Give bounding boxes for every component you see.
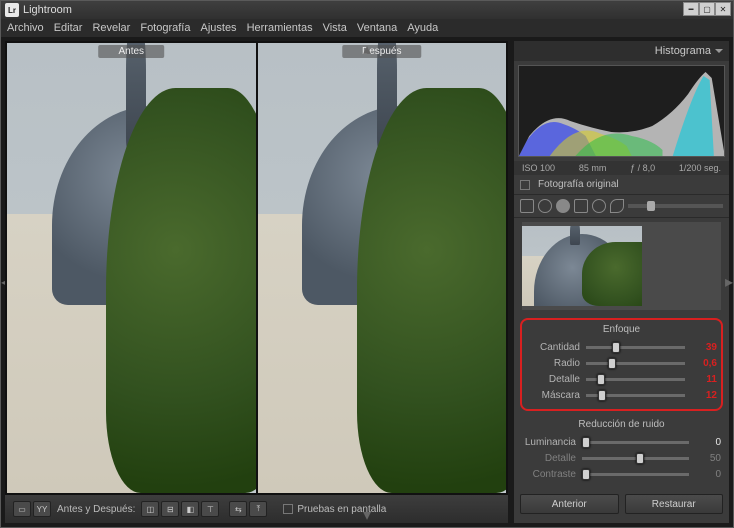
slider-value: 0,6: [691, 358, 717, 369]
slider-track[interactable]: [586, 346, 685, 349]
app-title: Lightroom: [23, 4, 72, 16]
enfoque-slider-radio: Radio 0,6: [526, 355, 717, 371]
local-tools-row: [514, 195, 729, 218]
menu-editar[interactable]: Editar: [54, 22, 83, 34]
original-checkbox[interactable]: [520, 180, 530, 190]
aperture-value: ƒ / 8,0: [630, 163, 655, 173]
slider-label: Contraste: [522, 469, 576, 480]
histogram-readout: ISO 100 85 mm ƒ / 8,0 1/200 seg.: [514, 161, 729, 175]
bottom-toolbar: ▭ YY Antes y Después: ◫ ⊟ ◧ ⊤ ⇆ ⤒ Prueba…: [5, 495, 508, 523]
slider-track[interactable]: [582, 441, 689, 444]
slider-value: 39: [691, 342, 717, 353]
histogram-plot[interactable]: [518, 65, 725, 157]
softproof-label: Pruebas en pantalla: [297, 504, 386, 515]
ba-single-lr-button[interactable]: ◧: [181, 501, 199, 517]
ba-single-tb-button[interactable]: ⊤: [201, 501, 219, 517]
focal-value: 85 mm: [579, 163, 607, 173]
iso-value: ISO 100: [522, 163, 555, 173]
before-after-preview: Antes Después: [5, 41, 508, 495]
slider-track[interactable]: [586, 378, 685, 381]
menu-fotografia[interactable]: Fotografía: [140, 22, 190, 34]
slider-label: Detalle: [526, 374, 580, 385]
app-badge: Lr: [5, 3, 19, 17]
enfoque-slider-cantidad: Cantidad 39: [526, 339, 717, 355]
before-label: Antes: [98, 45, 164, 58]
shutter-value: 1/200 seg.: [679, 163, 721, 173]
menu-ajustes[interactable]: Ajustes: [200, 22, 236, 34]
after-label: Después: [342, 45, 421, 58]
minimize-button[interactable]: ━: [683, 2, 699, 16]
restore-button[interactable]: Restaurar: [625, 494, 724, 514]
redeye-tool-icon[interactable]: [556, 199, 570, 213]
main-area: Antes Después ▭ YY Antes y Después: ◫ ⊟ …: [5, 41, 508, 523]
maximize-button[interactable]: ▢: [699, 2, 715, 16]
enfoque-slider-detalle: Detalle 11: [526, 371, 717, 387]
spot-tool-icon[interactable]: [538, 199, 552, 213]
slider-value: 0: [695, 437, 721, 448]
after-pane[interactable]: Después: [258, 43, 507, 493]
original-label: Fotografía original: [538, 179, 619, 190]
menu-ayuda[interactable]: Ayuda: [407, 22, 438, 34]
slider-label: Máscara: [526, 390, 580, 401]
before-pane[interactable]: Antes: [7, 43, 256, 493]
menu-herramientas[interactable]: Herramientas: [247, 22, 313, 34]
ba-split-lr-button[interactable]: ◫: [141, 501, 159, 517]
previous-button[interactable]: Anterior: [520, 494, 619, 514]
navigator: [522, 222, 721, 310]
loupe-view-button[interactable]: ▭: [13, 501, 31, 517]
ruido-slider-detalle: Detalle 50: [522, 450, 721, 466]
ruido-title: Reducción de ruido: [522, 417, 721, 434]
enfoque-slider-máscara: Máscara 12: [526, 387, 717, 403]
close-button[interactable]: ✕: [715, 2, 731, 16]
collapse-top-icon[interactable]: ▴: [363, 39, 371, 59]
menu-ventana[interactable]: Ventana: [357, 22, 397, 34]
grad-tool-icon[interactable]: [574, 199, 588, 213]
menu-vista[interactable]: Vista: [323, 22, 347, 34]
menu-revelar[interactable]: Revelar: [92, 22, 130, 34]
softproof-checkbox[interactable]: [283, 504, 293, 514]
slider-label: Radio: [526, 358, 580, 369]
slider-track[interactable]: [586, 362, 685, 365]
collapse-right-icon[interactable]: ▸: [725, 262, 733, 302]
original-photo-row: Fotografía original: [514, 175, 729, 195]
slider-track[interactable]: [582, 473, 689, 476]
crop-tool-icon[interactable]: [520, 199, 534, 213]
slider-value: 11: [691, 374, 717, 385]
enfoque-highlight: Enfoque Cantidad 39 Radio 0,6 Detalle 11 Másca…: [520, 318, 723, 411]
titlebar: Lr Lightroom ━ ▢ ✕: [1, 1, 733, 19]
compare-mode-label: Antes y Después:: [57, 504, 135, 515]
chevron-down-icon: [715, 49, 723, 53]
histogram-header[interactable]: Histograma: [514, 41, 729, 61]
histogram-title: Histograma: [655, 45, 711, 57]
menu-archivo[interactable]: Archivo: [7, 22, 44, 34]
ruido-section: Reducción de ruido Luminancia 0 Detalle 50 C…: [514, 415, 729, 488]
app-window: Lr Lightroom ━ ▢ ✕ Archivo Editar Revela…: [0, 0, 734, 528]
slider-label: Cantidad: [526, 342, 580, 353]
slider-label: Detalle: [522, 453, 576, 464]
ruido-slider-contraste: Contraste 0: [522, 466, 721, 482]
brush-tool-icon[interactable]: [610, 199, 624, 213]
slider-track[interactable]: [582, 457, 689, 460]
enfoque-title: Enfoque: [526, 322, 717, 339]
swap-button[interactable]: ⇆: [229, 501, 247, 517]
slider-value: 50: [695, 453, 721, 464]
radial-tool-icon[interactable]: [592, 199, 606, 213]
slider-track[interactable]: [586, 394, 685, 397]
tool-size-slider[interactable]: [628, 204, 723, 208]
collapse-bottom-icon[interactable]: ▾: [363, 505, 371, 525]
ruido-slider-luminancia: Luminancia 0: [522, 434, 721, 450]
menubar: Archivo Editar Revelar Fotografía Ajuste…: [1, 19, 733, 37]
right-panel: Histograma ISO 100 85 mm ƒ / 8,0 1/200 s…: [514, 41, 729, 523]
compare-view-button[interactable]: YY: [33, 501, 51, 517]
navigator-thumb[interactable]: [522, 226, 642, 306]
slider-value: 0: [695, 469, 721, 480]
copy-settings-button[interactable]: ⤒: [249, 501, 267, 517]
ba-split-tb-button[interactable]: ⊟: [161, 501, 179, 517]
slider-value: 12: [691, 390, 717, 401]
slider-label: Luminancia: [522, 437, 576, 448]
